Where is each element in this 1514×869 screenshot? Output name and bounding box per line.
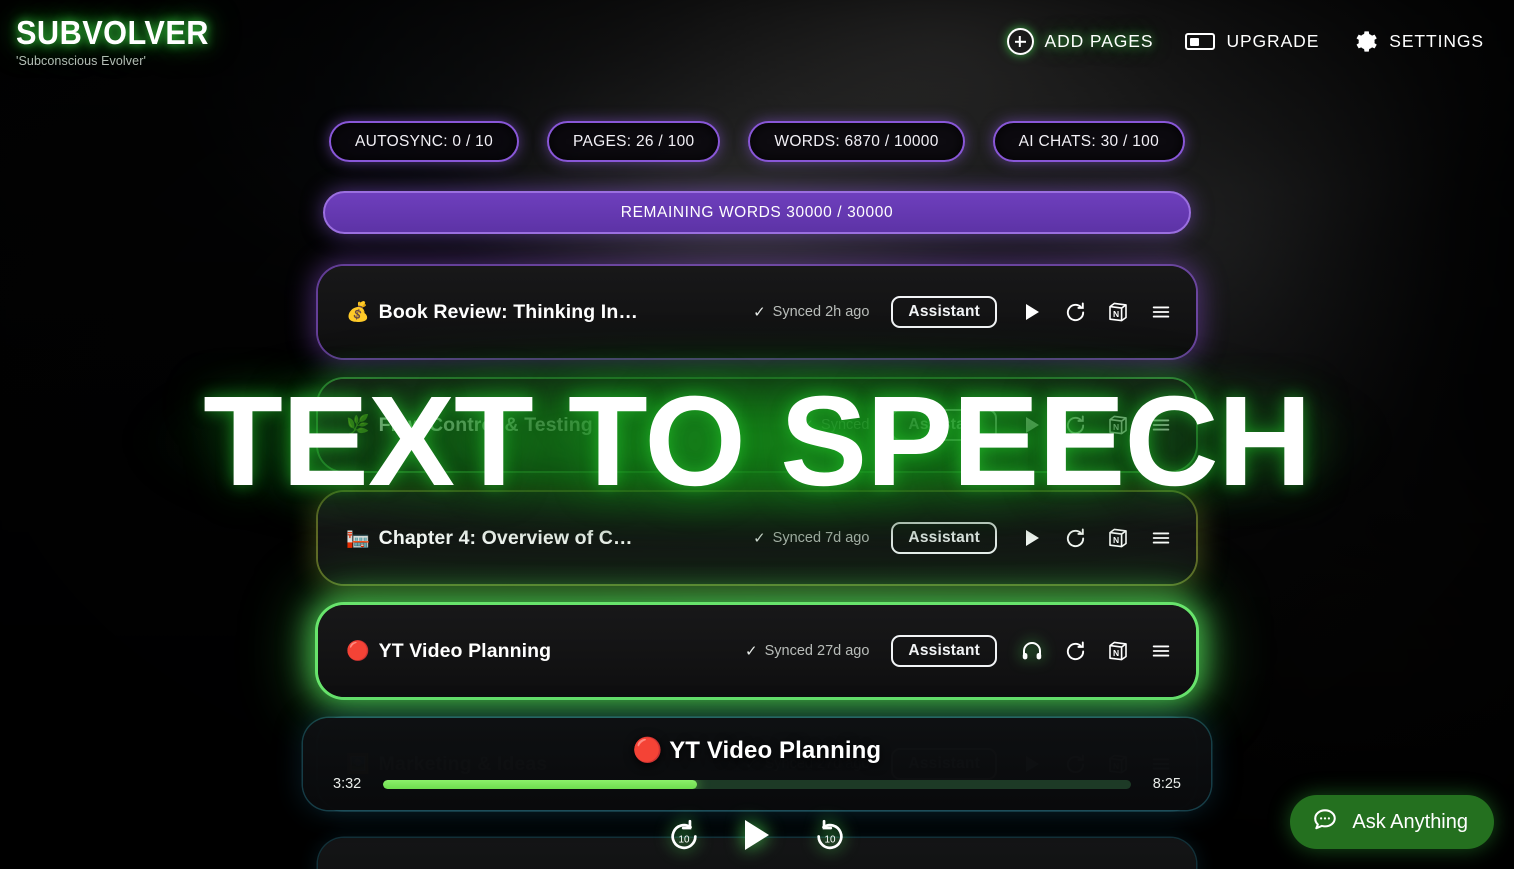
sync-status: ✓ Synced: [801, 416, 869, 434]
player-title-text: YT Video Planning: [669, 737, 882, 764]
remaining-words-bar[interactable]: REMAINING WORDS 30000 / 30000: [323, 191, 1191, 234]
svg-text:N: N: [1113, 535, 1119, 545]
assistant-button[interactable]: Assistant: [891, 296, 997, 328]
menu-icon[interactable]: [1148, 299, 1174, 325]
sync-label: Synced 7d ago: [772, 530, 870, 546]
sync-label: Synced 2h ago: [772, 304, 870, 320]
player-progress-row: 3:32 8:25: [303, 776, 1211, 792]
play-icon[interactable]: [1019, 525, 1045, 551]
check-icon: ✓: [753, 304, 766, 321]
header-nav: ADD PAGES UPGRADE SETTINGS: [991, 24, 1500, 59]
menu-icon[interactable]: [1148, 412, 1174, 438]
progress-slider[interactable]: [383, 779, 1131, 789]
play-button[interactable]: [745, 820, 769, 850]
stat-pill-words[interactable]: WORDS: 6870 / 10000: [748, 121, 965, 162]
row-title: Chapter 4: Overview of C…: [378, 526, 633, 549]
row-emoji: 🌿: [346, 414, 370, 436]
row-emoji: 🔴: [346, 640, 370, 662]
row-title: Book Review: Thinking In…: [378, 300, 638, 323]
chat-bubble-icon: [1312, 806, 1338, 838]
page-row-book-review[interactable]: 💰 Book Review: Thinking In… ✓ Synced 2h …: [318, 266, 1196, 358]
battery-icon: [1185, 33, 1216, 50]
sync-label: Synced: [821, 417, 870, 433]
svg-text:10: 10: [824, 834, 836, 845]
refresh-icon[interactable]: [1062, 525, 1088, 551]
stats-row: AUTOSYNC: 0 / 10 PAGES: 26 / 100 WORDS: …: [0, 121, 1514, 162]
progress-fill: [383, 779, 698, 789]
gear-icon: [1351, 28, 1378, 55]
svg-text:N: N: [1113, 648, 1119, 658]
notion-icon[interactable]: N: [1105, 638, 1131, 664]
remaining-words-wrap: REMAINING WORDS 30000 / 30000: [0, 191, 1514, 234]
brand-logo: SUBVOLVER 'Subconscious Evolver': [16, 16, 223, 68]
svg-text:N: N: [1113, 309, 1119, 319]
page-row-chapter-4[interactable]: 🏣 Chapter 4: Overview of C… ✓ Synced 7d …: [318, 492, 1196, 584]
headphones-icon[interactable]: [1019, 638, 1045, 664]
menu-icon[interactable]: [1148, 525, 1174, 551]
upgrade-label: UPGRADE: [1226, 31, 1320, 51]
row-emoji: 💰: [346, 301, 370, 323]
player-transport: 10 10: [303, 818, 1211, 852]
total-time: 8:25: [1152, 776, 1181, 792]
row-actions: N: [1019, 412, 1174, 438]
plus-circle-icon: [1006, 28, 1034, 55]
skip-back-10-icon[interactable]: 10: [667, 818, 701, 852]
add-pages-button[interactable]: ADD PAGES: [991, 24, 1170, 59]
skip-forward-10-icon[interactable]: 10: [813, 818, 847, 852]
play-icon[interactable]: [1019, 299, 1045, 325]
ask-anything-button[interactable]: Ask Anything: [1290, 795, 1494, 849]
play-icon[interactable]: [1019, 412, 1045, 438]
notion-icon[interactable]: N: [1105, 525, 1131, 551]
app-root: SUBVOLVER 'Subconscious Evolver' ADD PAG…: [0, 0, 1514, 869]
page-row-yt-video-planning[interactable]: 🔴 YT Video Planning ✓ Synced 27d ago Ass…: [318, 605, 1196, 697]
refresh-icon[interactable]: [1062, 412, 1088, 438]
row-title: YT Video Planning: [378, 639, 552, 662]
notion-icon[interactable]: N: [1105, 412, 1131, 438]
page-row-flow-control[interactable]: 🌿 Flow Control & Testing ✓ Synced Assist…: [318, 379, 1196, 471]
assistant-button[interactable]: Assistant: [891, 522, 997, 554]
settings-label: SETTINGS: [1389, 31, 1484, 51]
sync-label: Synced 27d ago: [764, 643, 870, 659]
stat-pill-ai-chats[interactable]: AI CHATS: 30 / 100: [992, 121, 1186, 162]
row-actions: N: [1019, 525, 1174, 551]
add-pages-label: ADD PAGES: [1044, 31, 1154, 51]
refresh-icon[interactable]: [1062, 299, 1088, 325]
ask-anything-label: Ask Anything: [1352, 810, 1468, 833]
audio-player: 🔴 YT Video Planning 3:32 8:25 10 10: [303, 718, 1211, 869]
check-icon: ✓: [745, 643, 758, 660]
stat-pill-pages[interactable]: PAGES: 26 / 100: [547, 121, 721, 162]
notion-icon[interactable]: N: [1105, 299, 1131, 325]
sync-status: ✓ Synced 2h ago: [753, 303, 869, 321]
svg-text:N: N: [1113, 422, 1119, 432]
refresh-icon[interactable]: [1062, 638, 1088, 664]
row-actions: N: [1019, 638, 1174, 664]
assistant-button[interactable]: Assistant: [891, 635, 997, 667]
row-actions: N: [1019, 299, 1174, 325]
sync-status: ✓ Synced 7d ago: [753, 529, 869, 547]
stat-pill-autosync[interactable]: AUTOSYNC: 0 / 10: [328, 121, 520, 162]
assistant-button[interactable]: Assistant: [891, 409, 997, 441]
player-title: 🔴 YT Video Planning: [303, 736, 1211, 765]
row-emoji: 🏣: [346, 527, 370, 549]
sync-status: ✓ Synced 27d ago: [745, 642, 869, 660]
player-emoji: 🔴: [632, 737, 663, 764]
brand-tagline: 'Subconscious Evolver': [16, 54, 146, 68]
upgrade-button[interactable]: UPGRADE: [1169, 27, 1335, 56]
settings-button[interactable]: SETTINGS: [1335, 24, 1500, 59]
menu-icon[interactable]: [1148, 638, 1174, 664]
row-title: Flow Control & Testing: [378, 413, 593, 436]
check-icon: ✓: [753, 530, 766, 547]
brand-title: SUBVOLVER: [16, 14, 209, 51]
check-icon: ✓: [801, 417, 815, 434]
svg-text:10: 10: [678, 834, 690, 845]
current-time: 3:32: [333, 776, 362, 792]
app-header: SUBVOLVER 'Subconscious Evolver' ADD PAG…: [0, 0, 1514, 82]
